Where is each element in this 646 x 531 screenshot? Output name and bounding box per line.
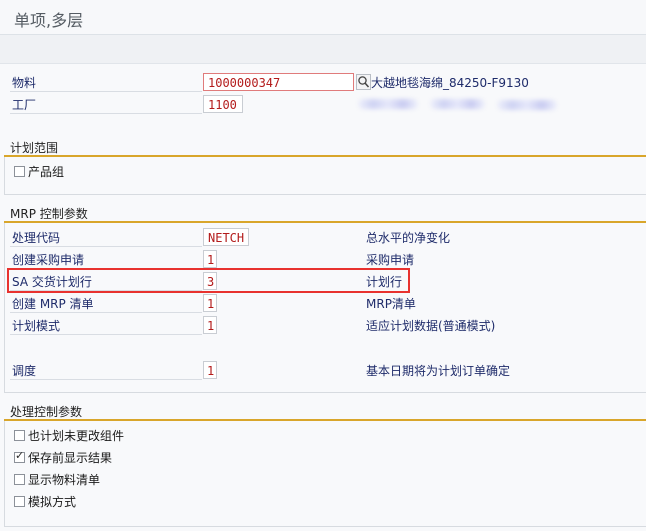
processing-key-input[interactable]: NETCH (203, 228, 249, 246)
material-description: 大越地毯海绵_84250-F9130 (371, 76, 529, 90)
plant-label: 工厂 (10, 97, 202, 114)
material-input[interactable]: 1000000347 (203, 73, 354, 91)
create-purchase-req-description: 采购申请 (366, 253, 415, 267)
material-search-button[interactable] (356, 74, 371, 90)
processing-key-description: 总水平的净变化 (366, 231, 451, 245)
display-bom-checkbox[interactable] (14, 474, 25, 485)
window-title-bar: 单项,多层 (0, 0, 646, 35)
simulation-mode-checkbox[interactable] (14, 496, 25, 507)
redacted-text (497, 100, 557, 110)
application-toolbar (0, 35, 646, 64)
scheduling-label: 调度 (10, 363, 202, 380)
highlight-box (7, 268, 410, 293)
create-mrp-list-description: MRP清单 (366, 297, 416, 311)
product-group-checkbox[interactable] (14, 166, 25, 177)
planning-mode-description: 适应计划数据(普通模式) (366, 319, 496, 333)
create-purchase-req-input[interactable]: 1 (203, 250, 217, 268)
scheduling-description: 基本日期将为计划订单确定 (366, 364, 511, 378)
planning-mode-input[interactable]: 1 (203, 316, 217, 334)
planning-scope-title: 计划范围 (10, 141, 59, 155)
redacted-text (358, 99, 418, 109)
display-results-label: 保存前显示结果 (28, 451, 113, 465)
mrp-control-title: MRP 控制参数 (10, 207, 88, 221)
magnifier-icon (358, 76, 370, 88)
processing-control-title: 处理控制参数 (10, 405, 83, 419)
redacted-text (430, 99, 485, 109)
scheduling-input[interactable]: 1 (203, 361, 217, 379)
material-label: 物料 (10, 75, 202, 92)
window-title: 单项,多层 (14, 11, 84, 30)
create-mrp-list-label: 创建 MRP 清单 (10, 296, 202, 313)
simulation-mode-label: 模拟方式 (28, 495, 77, 509)
planning-mode-label: 计划模式 (10, 318, 202, 335)
plan-unchanged-components-checkbox[interactable] (14, 430, 25, 441)
processing-key-label: 处理代码 (10, 230, 202, 247)
planning-scope-group (4, 157, 646, 195)
create-purchase-req-label: 创建采购申请 (10, 252, 202, 269)
display-bom-label: 显示物料清单 (28, 473, 101, 487)
create-mrp-list-input[interactable]: 1 (203, 294, 217, 312)
display-results-checkbox[interactable] (14, 449, 25, 463)
product-group-label: 产品组 (28, 165, 65, 179)
plant-input[interactable]: 1100 (203, 95, 243, 113)
plan-unchanged-components-label: 也计划未更改组件 (28, 429, 125, 443)
